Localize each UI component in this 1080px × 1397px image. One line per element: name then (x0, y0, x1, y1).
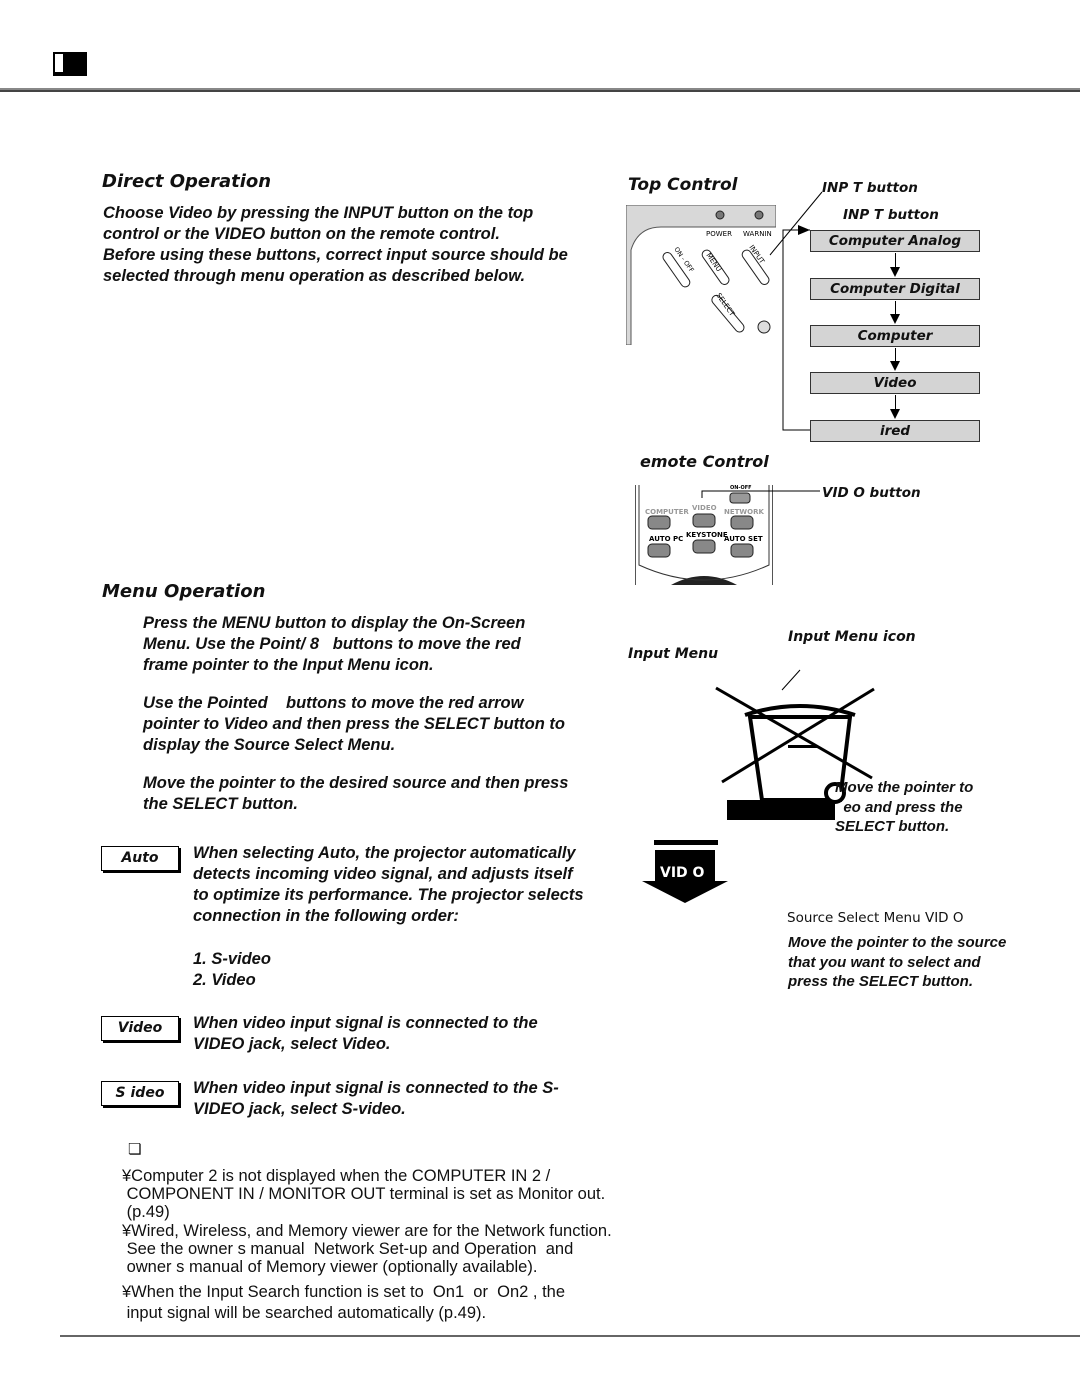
video-button[interactable] (692, 513, 716, 528)
text-line: When video input signal is connected to … (193, 1079, 559, 1097)
text-line: When video input signal is connected to … (193, 1014, 538, 1032)
flow-item-video: Video (810, 372, 980, 394)
flow-title: INP T button (843, 207, 939, 223)
text-line: Menu. Use the Point/ 8 buttons to move t… (143, 635, 521, 653)
text-line: pointer to Video and then press the SELE… (143, 715, 565, 733)
arrow-bar (654, 840, 718, 845)
keystone-button[interactable] (692, 539, 716, 554)
text-line: detects incoming video signal, and adjus… (193, 865, 573, 883)
text-line: frame pointer to the Input Menu icon. (143, 656, 434, 674)
text-line: eo and press the (835, 798, 963, 816)
text-line: to optimize its performance. The project… (193, 886, 584, 904)
source-select-text: Move the pointer to the source that you w… (788, 933, 1006, 992)
option-tag-s-video: S ideo (101, 1081, 179, 1106)
text-line: COMPONENT IN / MONITOR OUT terminal is s… (122, 1185, 606, 1203)
header-rule (0, 88, 1080, 92)
footer-rule (60, 1335, 1080, 1337)
text-line: control or the VIDEO button on the remot… (103, 225, 500, 243)
text-line: VIDEO jack, select S-video. (193, 1100, 406, 1118)
power-led-label: POWER (706, 230, 732, 238)
text-line: (p.49) (122, 1203, 170, 1221)
option-tag-auto: Auto (101, 846, 179, 871)
text-line: ¥Wired, Wireless, and Memory viewer are … (122, 1222, 612, 1240)
menu-step-2: Use the Pointed buttons to move the red … (143, 693, 565, 756)
source-select-title: Source Select Menu VID O (787, 910, 964, 926)
text-line: When selecting Auto, the projector autom… (193, 844, 576, 862)
text-line: Choose Video by pressing the INPUT butto… (103, 204, 534, 222)
text-line: the SELECT button. (143, 795, 298, 813)
video-label: VIDEO (692, 504, 717, 512)
list-item: 2. Video (193, 971, 256, 989)
option-tag-video: Video (101, 1016, 179, 1041)
top-control-title: Top Control (628, 175, 738, 195)
auto-set-button[interactable] (730, 543, 754, 558)
direct-operation-text: Choose Video by pressing the INPUT butto… (103, 203, 568, 287)
note-2: ¥Wired, Wireless, and Memory viewer are … (122, 1222, 612, 1276)
list-item: 1. S-video (193, 950, 271, 968)
remote-control-image: ON-OFF COMPUTER VIDEO NETWORK AUTO PC KEYST… (638, 485, 770, 585)
projector-top-panel-image: POWER WARNIN ON - OFF MENU INPUT SELECT (625, 204, 777, 346)
text-line: ¥Computer 2 is not displayed when the CO… (122, 1167, 551, 1185)
computer-label: COMPUTER (645, 508, 689, 516)
text-line: selected through menu operation as descr… (103, 267, 526, 285)
network-label: NETWORK (724, 508, 764, 516)
text-line: that you want to select and (788, 953, 981, 971)
option-video-text: When video input signal is connected to … (193, 1013, 538, 1055)
input-menu-icon-label: Input Menu icon (788, 629, 916, 645)
select-video-caption: Move the pointer to eo and press the SELE… (835, 778, 973, 837)
arrow-down-icon (890, 301, 900, 324)
text-line: connection in the following order: (193, 907, 459, 925)
auto-pc-label: AUTO PC (649, 535, 683, 543)
manual-page: Direct Operation Choose Video by pressin… (0, 0, 1080, 1397)
arrow-down-icon (890, 348, 900, 371)
video-callout-line (701, 490, 820, 498)
menu-step-3: Move the pointer to the desired source a… (143, 773, 568, 815)
text-line: Use the Pointed buttons to move the red … (143, 694, 524, 712)
video-button-callout: VID O button (822, 485, 921, 501)
computer-button[interactable] (647, 515, 671, 530)
menu-step-1: Press the MENU button to display the On-… (143, 613, 525, 676)
keystone-label: KEYSTONE (686, 531, 728, 539)
text-line: Move the pointer to the source (788, 934, 1007, 951)
top-control-illustration: POWER WARNIN ON - OFF MENU INPUT SELECT (625, 204, 777, 346)
text-line: input signal will be searched automatica… (122, 1304, 487, 1322)
direct-operation-title: Direct Operation (102, 171, 272, 192)
arrow-down-icon (890, 253, 900, 277)
text-line: Move the pointer to the desired source a… (143, 774, 569, 792)
text-line: See the owner s manual Network Set-up an… (122, 1240, 574, 1258)
auto-order-list: 1. S-video 2. Video (193, 949, 271, 991)
text-line: owner s manual of Memory viewer (optiona… (122, 1258, 538, 1276)
flow-item-computer-analog: Computer Analog (810, 230, 980, 252)
option-s-video-text: When video input signal is connected to … (193, 1078, 559, 1120)
text-line: press the SELECT button. (788, 973, 974, 990)
auto-pc-button[interactable] (647, 543, 671, 558)
remote-control-title: emote Control (640, 452, 769, 471)
remote-control-illustration: ON-OFF COMPUTER VIDEO NETWORK AUTO PC KEYST… (635, 485, 773, 585)
option-auto-text: When selecting Auto, the projector autom… (193, 843, 584, 927)
network-button[interactable] (730, 515, 754, 530)
text-line: display the Source Select Menu. (143, 736, 396, 754)
flow-item-wired: ired (810, 420, 980, 442)
text-line: Press the MENU button to display the On-… (143, 614, 526, 632)
note-3: ¥When the Input Search function is set t… (122, 1282, 565, 1324)
text-line: VIDEO jack, select Video. (193, 1035, 391, 1053)
text-line: Move the pointer to (835, 779, 974, 796)
auto-set-label: AUTO SET (724, 535, 763, 543)
text-line: ¥When the Input Search function is set t… (122, 1283, 566, 1301)
power-led-icon (715, 210, 725, 220)
note-icon: ❏ (128, 1140, 142, 1158)
flow-item-computer-digital: Computer Digital (810, 278, 980, 300)
page-marker-icon (53, 52, 87, 76)
note-1: ¥Computer 2 is not displayed when the CO… (122, 1167, 605, 1221)
video-arrow-label: VID O (660, 865, 705, 881)
arrow-down-icon (890, 395, 900, 419)
text-line: Before using these buttons, correct inpu… (103, 246, 568, 264)
flow-item-computer: Computer (810, 325, 980, 347)
text-line: SELECT button. (835, 818, 950, 835)
menu-operation-title: Menu Operation (102, 581, 266, 602)
input-button-callout: INP T button (822, 180, 918, 196)
